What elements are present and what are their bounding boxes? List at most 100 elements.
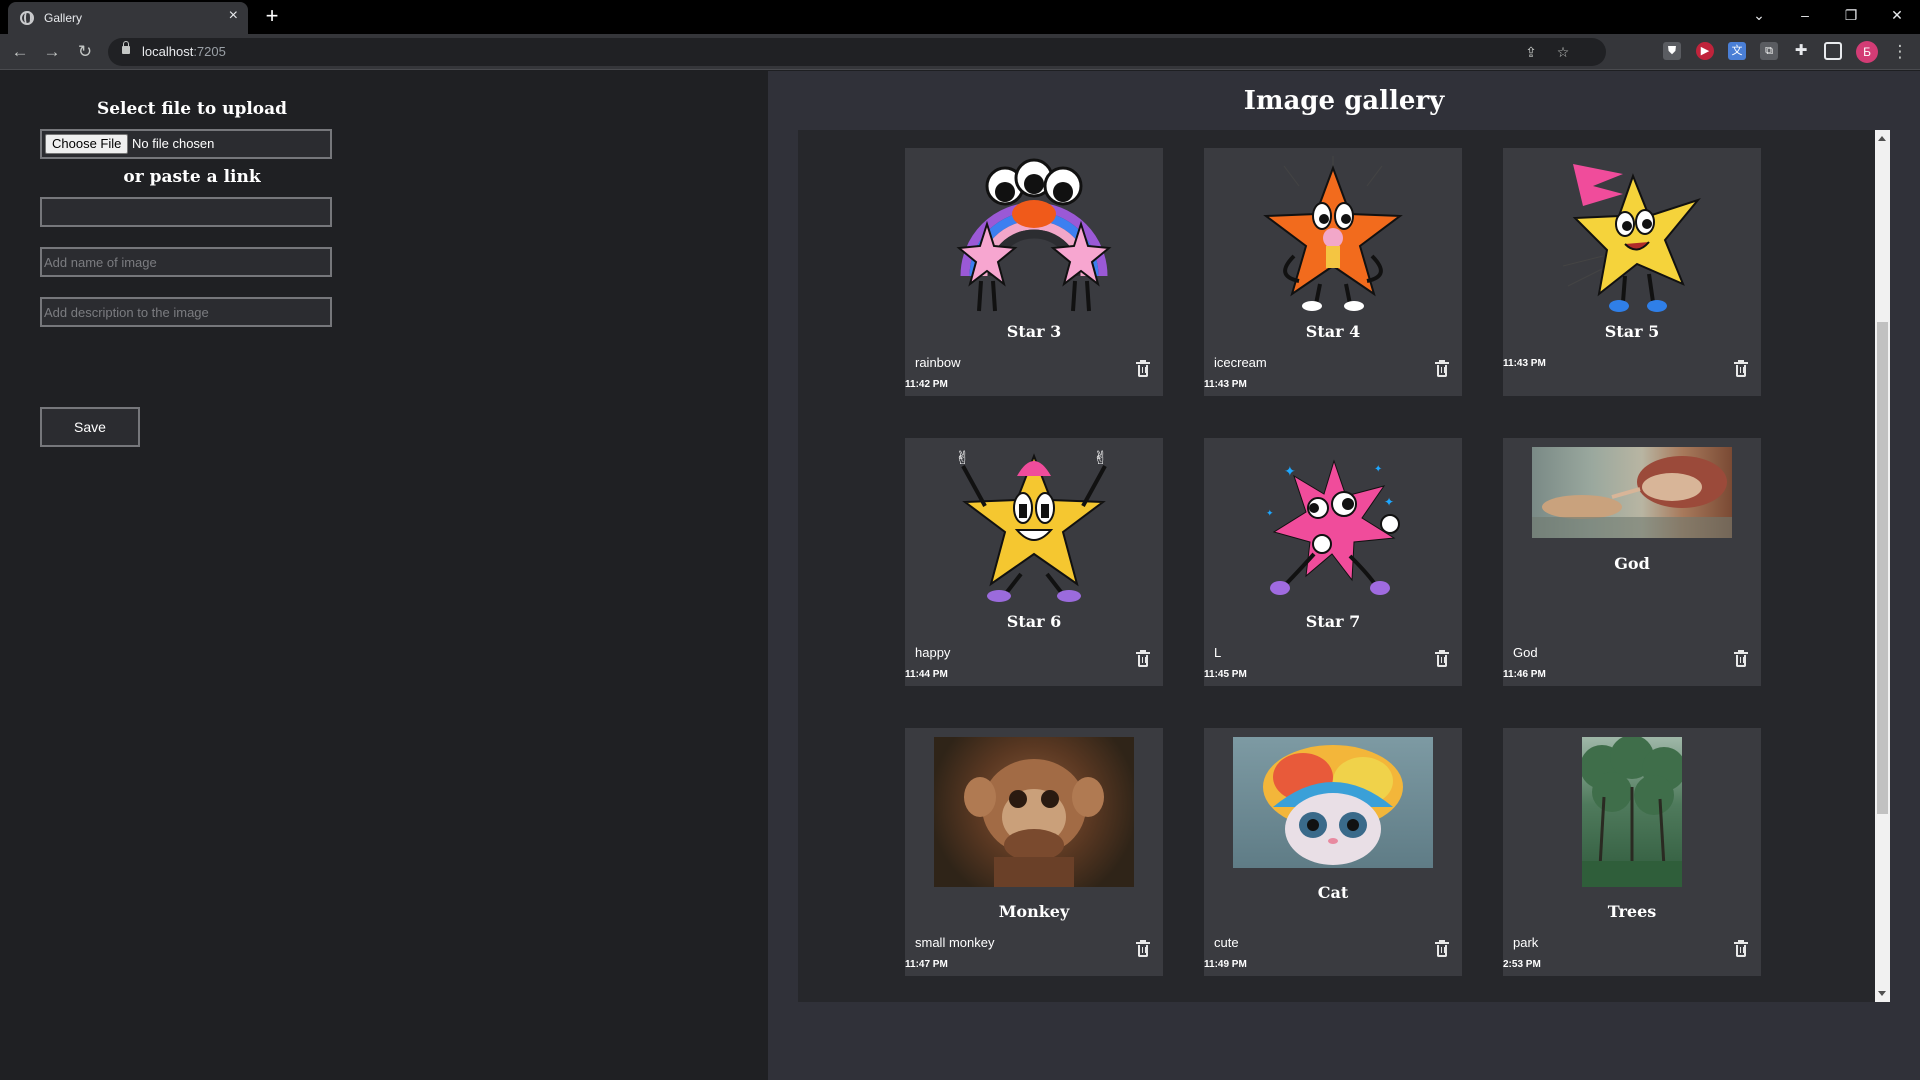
- image-description: L: [1214, 645, 1222, 660]
- gallery-card[interactable]: Monkey small monkey 11:47 PM: [905, 728, 1163, 976]
- image-description: park: [1513, 935, 1539, 950]
- page: Select file to upload Choose File No fil…: [0, 71, 1920, 1080]
- extensions-puzzle-icon[interactable]: ✚: [1792, 42, 1810, 60]
- choose-file-button[interactable]: Choose File: [45, 134, 129, 154]
- image-description: cute: [1214, 935, 1239, 950]
- svg-text:✦: ✦: [1384, 495, 1394, 509]
- svg-text:✌: ✌: [955, 448, 970, 468]
- gallery-title: Image gallery: [1243, 86, 1445, 116]
- browser-tab[interactable]: Gallery ×: [8, 2, 248, 34]
- gallery-card[interactable]: Star 5 11:43 PM: [1503, 148, 1761, 396]
- gallery-card[interactable]: Star 3 rainbow 11:42 PM: [905, 148, 1163, 396]
- image-timestamp: 11:42 PM: [905, 379, 948, 390]
- svg-text:✦: ✦: [1266, 508, 1274, 518]
- restore-button[interactable]: ❐: [1836, 4, 1866, 26]
- upload-title: Select file to upload: [96, 99, 288, 119]
- lock-icon[interactable]: [122, 41, 130, 54]
- image-description: icecream: [1214, 355, 1267, 370]
- image-description: God: [1513, 645, 1538, 660]
- image-description: happy: [915, 645, 951, 660]
- gallery-scrollbar[interactable]: [1875, 130, 1890, 1002]
- reload-button[interactable]: ↻: [73, 40, 97, 64]
- profile-avatar[interactable]: Б: [1856, 41, 1878, 63]
- minimize-button[interactable]: –: [1790, 4, 1820, 26]
- image-title: Star 3: [1006, 322, 1062, 341]
- globe-icon: [20, 11, 34, 25]
- delete-trash-icon[interactable]: [1435, 650, 1449, 667]
- image-timestamp: 2:53 PM: [1503, 959, 1541, 970]
- scroll-up-arrow-icon[interactable]: [1878, 136, 1886, 141]
- delete-trash-icon[interactable]: [1734, 650, 1748, 667]
- upload-panel: Select file to upload Choose File No fil…: [0, 71, 768, 1080]
- gallery-grid[interactable]: Star 3 rainbow 11:42 PM Star 4 icecream …: [798, 130, 1890, 1002]
- image-title: Star 7: [1305, 612, 1361, 631]
- browser-menu-icon[interactable]: ⋮: [1888, 40, 1912, 64]
- close-tab-icon[interactable]: ×: [229, 7, 238, 25]
- image-title: Star 4: [1305, 322, 1361, 341]
- browser-toolbar: ← → ↻ localhost:7205 ⇪ ☆ ⛊ ▶ 文 ⧉ ✚ Б ⋮: [0, 34, 1920, 70]
- image-description: small monkey: [915, 935, 995, 950]
- image-name-input[interactable]: [40, 247, 332, 277]
- delete-trash-icon[interactable]: [1136, 650, 1150, 667]
- new-tab-button[interactable]: +: [258, 2, 286, 30]
- image-timestamp: 11:43 PM: [1503, 358, 1546, 369]
- scroll-down-arrow-icon[interactable]: [1878, 991, 1886, 996]
- gallery-card[interactable]: Cat cute 11:49 PM: [1204, 728, 1462, 976]
- image-title: Cat: [1317, 883, 1349, 902]
- image-description: rainbow: [915, 355, 961, 370]
- image-title: God: [1614, 554, 1650, 573]
- address-bar[interactable]: localhost:7205 ⇪ ☆: [108, 38, 1606, 66]
- delete-trash-icon[interactable]: [1435, 360, 1449, 377]
- gallery-card[interactable]: ✌ ✌ Star 6 happy 11:44 PM: [905, 438, 1163, 686]
- side-panel-icon[interactable]: [1824, 42, 1842, 60]
- translate-extension-icon[interactable]: 文: [1728, 42, 1746, 60]
- browser-tab-bar: Gallery × + ⌄ – ❐ ✕: [0, 0, 1920, 34]
- url-text: localhost:7205: [142, 44, 226, 59]
- gallery-card[interactable]: Trees park 2:53 PM: [1503, 728, 1761, 976]
- tab-search-icon[interactable]: ⌄: [1744, 4, 1774, 26]
- paste-link-label: or paste a link: [123, 167, 261, 187]
- delete-trash-icon[interactable]: [1435, 940, 1449, 957]
- star-rainbow-image: [955, 156, 1113, 314]
- scrollbar-thumb[interactable]: [1877, 322, 1888, 814]
- cat-photo-image: [1233, 737, 1433, 868]
- share-icon[interactable]: ⇪: [1522, 43, 1540, 61]
- gallery-card[interactable]: God God 11:46 PM: [1503, 438, 1761, 686]
- gallery-panel: Image gallery Star 3 rainbow 11:42 PM St…: [768, 71, 1920, 1080]
- image-timestamp: 11:46 PM: [1503, 669, 1546, 680]
- gallery-card[interactable]: Star 4 icecream 11:43 PM: [1204, 148, 1462, 396]
- star-yellow-image: [1553, 156, 1711, 314]
- delete-trash-icon[interactable]: [1734, 360, 1748, 377]
- tab-title: Gallery: [44, 11, 83, 25]
- delete-trash-icon[interactable]: [1136, 940, 1150, 957]
- image-description-input[interactable]: [40, 297, 332, 327]
- star-icecream-image: [1254, 156, 1412, 314]
- gallery-card[interactable]: ✦ ✦ ✦ ✦ Star 7 L 11:45 PM: [1204, 438, 1462, 686]
- copy-extension-icon[interactable]: ⧉: [1760, 42, 1778, 60]
- file-status: No file chosen: [132, 136, 215, 151]
- svg-text:✌: ✌: [1093, 448, 1108, 468]
- star-pink-image: ✦ ✦ ✦ ✦: [1254, 446, 1412, 604]
- file-input[interactable]: Choose File No file chosen: [40, 129, 332, 159]
- monkey-photo-image: [934, 737, 1134, 887]
- image-timestamp: 11:43 PM: [1204, 379, 1247, 390]
- forward-button[interactable]: →: [40, 40, 64, 64]
- record-extension-icon[interactable]: ▶: [1696, 42, 1714, 60]
- image-timestamp: 11:45 PM: [1204, 669, 1247, 680]
- image-timestamp: 11:47 PM: [905, 959, 948, 970]
- creation-of-adam-image: [1532, 447, 1732, 538]
- delete-trash-icon[interactable]: [1136, 360, 1150, 377]
- image-title: Monkey: [998, 902, 1070, 921]
- image-title: Star 5: [1604, 322, 1660, 341]
- svg-text:✦: ✦: [1374, 464, 1382, 475]
- shield-extension-icon[interactable]: ⛊: [1663, 42, 1681, 60]
- trees-photo-image: [1582, 737, 1682, 887]
- save-button[interactable]: Save: [40, 407, 140, 447]
- image-title: Star 6: [1006, 612, 1062, 631]
- bookmark-star-icon[interactable]: ☆: [1554, 43, 1572, 61]
- link-input[interactable]: [40, 197, 332, 227]
- image-timestamp: 11:44 PM: [905, 669, 948, 680]
- back-button[interactable]: ←: [8, 40, 32, 64]
- close-window-button[interactable]: ✕: [1882, 4, 1912, 26]
- delete-trash-icon[interactable]: [1734, 940, 1748, 957]
